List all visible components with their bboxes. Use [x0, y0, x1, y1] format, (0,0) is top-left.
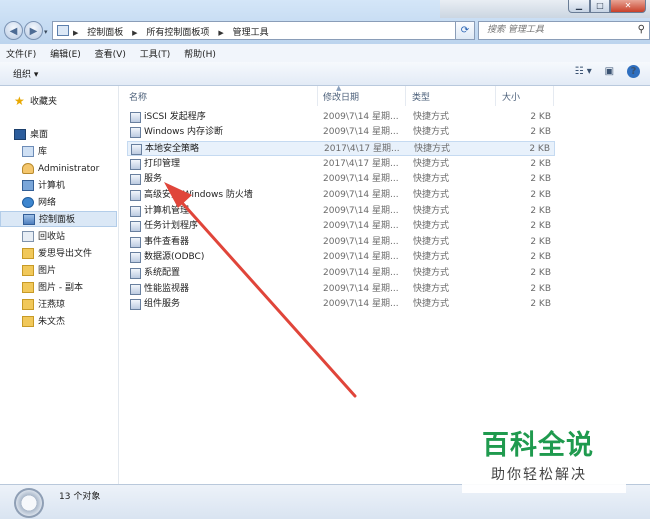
watermark: 百科全说 助你轻松解决 — [462, 413, 626, 493]
arrow-head — [164, 182, 192, 208]
watermark-title: 百科全说 — [482, 430, 594, 461]
arrow-shaft — [174, 194, 357, 398]
watermark-subtitle: 助你轻松解决 — [491, 467, 587, 483]
